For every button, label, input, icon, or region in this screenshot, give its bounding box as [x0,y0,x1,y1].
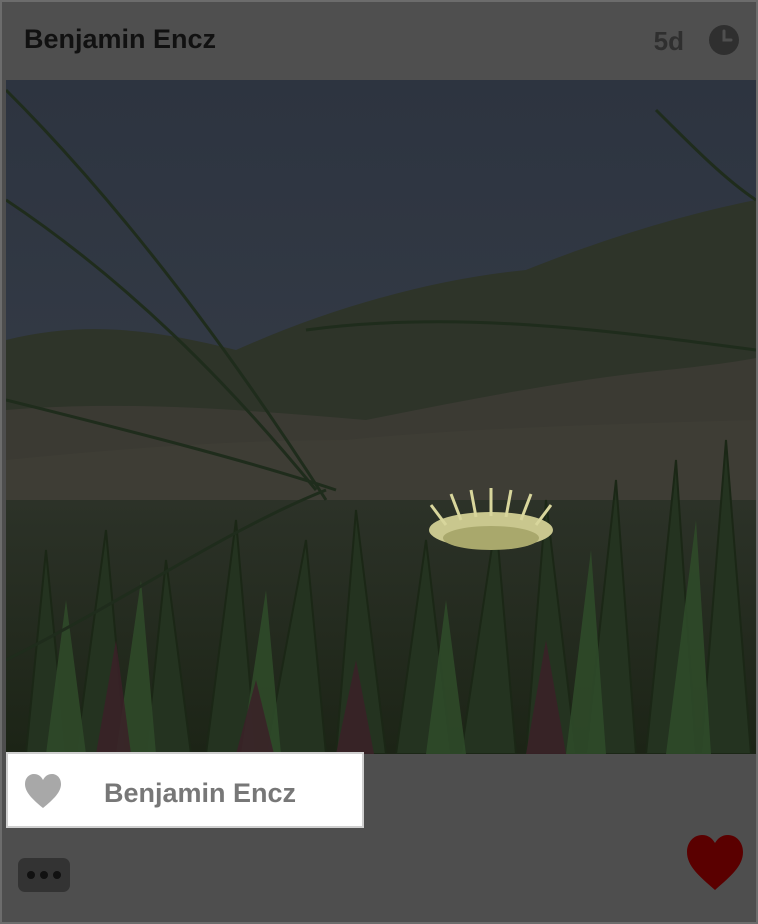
clock-icon [709,25,739,55]
post-card: Benjamin Encz 5d Benjamin Encz [0,0,758,924]
likes-list: Benjamin Encz [6,752,364,828]
post-author[interactable]: Benjamin Encz [24,24,216,55]
ellipsis-icon [27,871,35,879]
post-photo[interactable] [6,80,756,754]
like-button[interactable] [684,832,746,894]
post-header: Benjamin Encz 5d [2,2,756,80]
liker-name[interactable]: Benjamin Encz [104,778,296,809]
more-options-button[interactable] [18,858,70,892]
heart-icon [25,774,61,808]
post-time-ago: 5d [653,26,684,56]
